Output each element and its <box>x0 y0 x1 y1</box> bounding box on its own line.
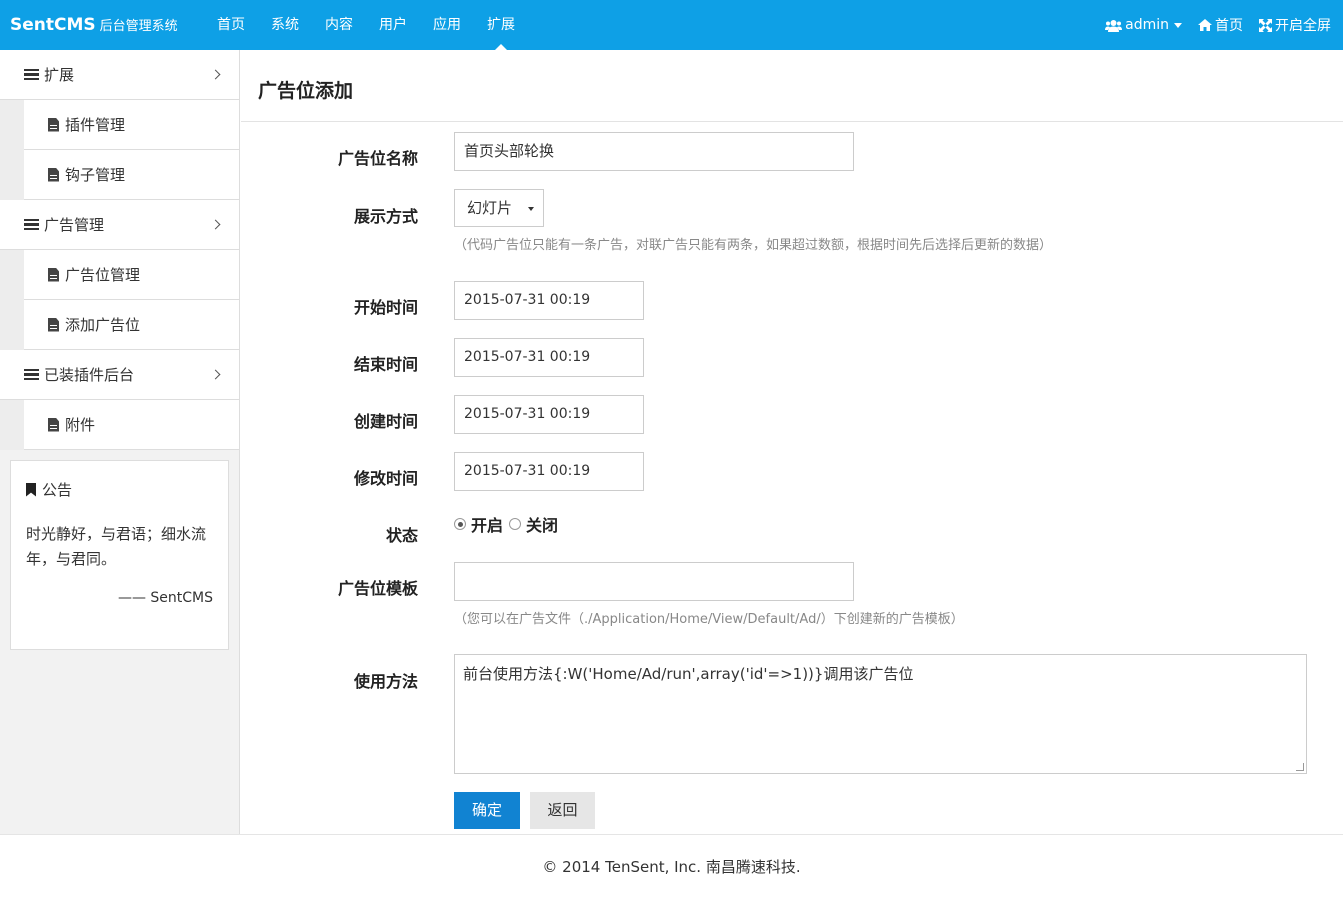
sidebar-item-hooks[interactable]: 钩子管理 <box>24 150 239 200</box>
sidebar-item-label: 插件管理 <box>65 115 126 134</box>
back-button[interactable]: 返回 <box>530 792 595 829</box>
notice-text: 时光静好，与君语；细水流年，与君同。 <box>26 525 207 568</box>
submenu: 广告位管理 添加广告位 <box>0 250 239 350</box>
brand-logo[interactable]: SentCMS 后台管理系统 <box>10 15 178 35</box>
nav-extensions[interactable]: 扩展 <box>474 0 528 50</box>
menu-header-label: 已装插件后台 <box>44 365 135 384</box>
end-time-label: 结束时间 <box>353 355 418 374</box>
chevron-right-icon <box>210 69 221 80</box>
home-link[interactable]: 首页 <box>1198 15 1243 35</box>
end-time-input[interactable]: 2015-07-31 00:19 <box>454 338 644 377</box>
menu-header-ads[interactable]: 广告管理 <box>0 200 239 250</box>
sidebar-item-add-ad-slot[interactable]: 添加广告位 <box>24 300 239 350</box>
status-label: 状态 <box>385 526 418 545</box>
status-on-label[interactable]: 开启 <box>471 512 503 536</box>
notice-title-text: 公告 <box>42 481 73 499</box>
notice-title: 公告 <box>26 479 213 500</box>
file-icon <box>48 417 59 432</box>
fullscreen-button[interactable]: 开启全屏 <box>1259 15 1331 35</box>
display-select-value: 幻灯片 <box>467 199 513 217</box>
caret-down-icon <box>1174 22 1182 28</box>
display-label: 展示方式 <box>353 207 418 226</box>
create-time-label: 创建时间 <box>353 412 418 431</box>
sidebar-item-label: 添加广告位 <box>65 315 141 334</box>
menu-header-label: 扩展 <box>44 65 75 84</box>
footer-copyright: © 2014 TenSent, Inc. 南昌腾速科技. <box>0 834 1343 898</box>
status-off-label[interactable]: 关闭 <box>526 512 558 536</box>
menu-group-installed-plugins: 已装插件后台 附件 <box>0 350 239 450</box>
brand-name: SentCMS <box>10 15 96 35</box>
display-help: （代码广告位只能有一条广告，对联广告只能有两条，如果超过数额，根据时间先后选择后… <box>454 238 1053 253</box>
sidebar-item-label: 钩子管理 <box>65 165 126 184</box>
fullscreen-icon <box>1259 18 1272 32</box>
template-help: （您可以在广告文件（./Application/Home/View/Defaul… <box>454 612 964 627</box>
brand-subtitle: 后台管理系统 <box>99 19 178 34</box>
nav-content[interactable]: 内容 <box>312 0 366 50</box>
page-title: 广告位添加 <box>258 80 354 102</box>
status-on-radio[interactable] <box>454 518 466 530</box>
nav-right: admin 首页 开启全屏 <box>1105 0 1331 50</box>
file-icon <box>48 267 59 282</box>
notice-signature: —— SentCMS <box>117 590 213 606</box>
nav-home[interactable]: 首页 <box>204 0 258 50</box>
menu-group-ads: 广告管理 广告位管理 添加广告位 <box>0 200 239 350</box>
modify-time-input[interactable]: 2015-07-31 00:19 <box>454 452 644 491</box>
name-input[interactable]: 首页头部轮换 <box>454 132 854 171</box>
menu-header-installed-plugins[interactable]: 已装插件后台 <box>0 350 239 400</box>
main-content: 广告位添加 广告位名称 首页头部轮换 展示方式 幻灯片 （代码广告位只能有一条广… <box>241 50 1343 834</box>
title-divider <box>241 121 1343 122</box>
user-name: admin <box>1125 17 1169 33</box>
start-time-input[interactable]: 2015-07-31 00:19 <box>454 281 644 320</box>
chevron-right-icon <box>210 369 221 380</box>
status-radio-group: 开启 关闭 <box>454 512 564 536</box>
submenu: 插件管理 钩子管理 <box>0 100 239 200</box>
fullscreen-label: 开启全屏 <box>1275 18 1331 34</box>
display-select[interactable]: 幻灯片 <box>454 189 544 227</box>
list-icon <box>24 368 39 381</box>
caret-down-icon <box>528 207 534 211</box>
submit-button[interactable]: 确定 <box>454 792 520 829</box>
top-navbar: SentCMS 后台管理系统 首页 系统 内容 用户 应用 扩展 admin 首页… <box>0 0 1343 50</box>
sidebar-item-attachments[interactable]: 附件 <box>24 400 239 450</box>
resize-handle-icon[interactable] <box>1296 763 1304 771</box>
user-menu[interactable]: admin <box>1105 17 1182 33</box>
nav-apps[interactable]: 应用 <box>420 0 474 50</box>
home-link-label: 首页 <box>1215 18 1243 34</box>
sidebar-item-label: 广告位管理 <box>65 265 141 284</box>
name-label: 广告位名称 <box>337 149 418 168</box>
template-label: 广告位模板 <box>337 579 418 598</box>
start-time-label: 开始时间 <box>353 298 418 317</box>
template-input[interactable] <box>454 562 854 601</box>
usage-textarea[interactable]: 前台使用方法{:W('Home/Ad/run',array('id'=>1))}… <box>454 654 1307 774</box>
sidebar-item-ad-slots[interactable]: 广告位管理 <box>24 250 239 300</box>
users-icon <box>1105 19 1123 32</box>
sidebar-item-label: 附件 <box>65 415 96 434</box>
usage-label: 使用方法 <box>353 672 418 691</box>
nav-users[interactable]: 用户 <box>366 0 420 50</box>
create-time-input[interactable]: 2015-07-31 00:19 <box>454 395 644 434</box>
file-icon <box>48 117 59 132</box>
usage-text: 前台使用方法{:W('Home/Ad/run',array('id'=>1))}… <box>463 665 914 683</box>
main-nav: 首页 系统 内容 用户 应用 扩展 <box>204 0 528 50</box>
nav-system[interactable]: 系统 <box>258 0 312 50</box>
chevron-right-icon <box>210 219 221 230</box>
bookmark-icon <box>26 482 36 497</box>
submenu: 附件 <box>0 400 239 450</box>
list-icon <box>24 68 39 81</box>
menu-header-extensions[interactable]: 扩展 <box>0 50 239 100</box>
menu-group-extensions: 扩展 插件管理 钩子管理 <box>0 50 239 200</box>
status-off-radio[interactable] <box>509 518 522 530</box>
notice-panel: 公告 时光静好，与君语；细水流年，与君同。 —— SentCMS <box>10 460 229 650</box>
file-icon <box>48 167 59 182</box>
file-icon <box>48 317 59 332</box>
list-icon <box>24 218 39 231</box>
modify-time-label: 修改时间 <box>353 469 418 488</box>
sidebar-item-plugins[interactable]: 插件管理 <box>24 100 239 150</box>
menu-header-label: 广告管理 <box>44 215 105 234</box>
home-icon <box>1198 19 1212 31</box>
sidebar: 扩展 插件管理 钩子管理 广告管理 广告位管理 添加广告位 已装插件后台 附件 <box>0 50 240 834</box>
